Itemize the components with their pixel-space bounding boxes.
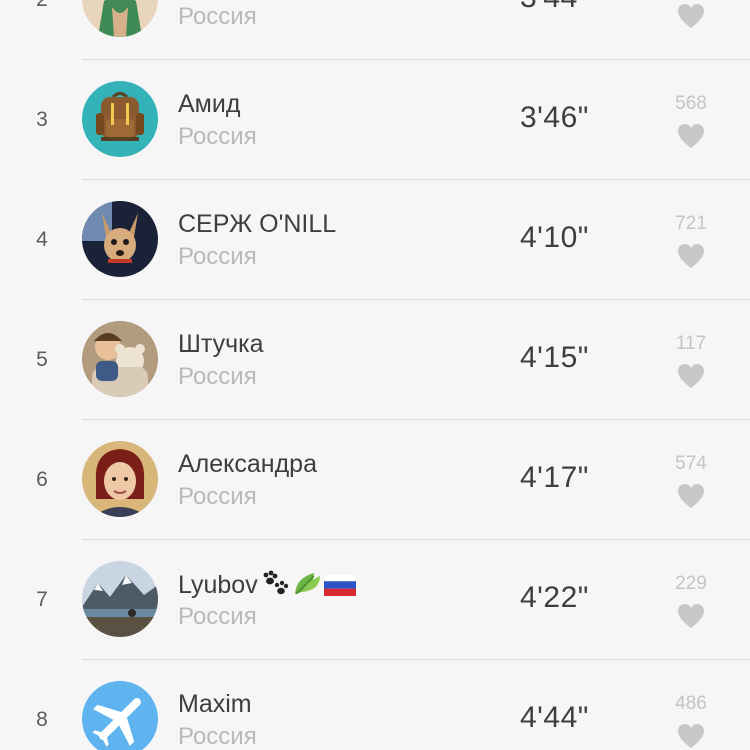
russia-flag-icon bbox=[323, 573, 356, 603]
player-country: Россия bbox=[178, 363, 257, 390]
airplane-avatar[interactable] bbox=[82, 681, 158, 750]
player-country: Россия bbox=[178, 483, 257, 510]
backpack-avatar[interactable] bbox=[82, 81, 158, 157]
player-time: 4'17" bbox=[520, 461, 589, 494]
leaf-icon bbox=[292, 570, 322, 603]
heart-icon[interactable] bbox=[677, 123, 705, 149]
player-name: Maxim bbox=[178, 690, 252, 718]
likes-count: 117 bbox=[675, 333, 707, 354]
player-name: Амид bbox=[178, 90, 241, 118]
rank-number: 6 bbox=[36, 468, 48, 491]
player-time: 4'22" bbox=[520, 581, 589, 614]
heart-icon[interactable] bbox=[677, 3, 705, 29]
leaderboard-row[interactable]: 8 Maxim Россия 4'44" 486 bbox=[0, 660, 750, 750]
leaderboard-row[interactable]: 2 Россия 3'44" bbox=[0, 0, 750, 60]
leaderboard-row[interactable]: 6 Александра Россия 4'17" 574 bbox=[0, 420, 750, 540]
likes-count: 721 bbox=[675, 213, 707, 234]
rank-number: 8 bbox=[36, 708, 48, 731]
mountains-photo-avatar[interactable] bbox=[82, 561, 158, 637]
player-country: Россия bbox=[178, 603, 257, 630]
leaderboard-row[interactable]: 3 Амид Россия 3'46" 568 bbox=[0, 60, 750, 180]
heart-icon[interactable] bbox=[677, 723, 705, 749]
player-time: 4'15" bbox=[520, 341, 589, 374]
heart-icon[interactable] bbox=[677, 603, 705, 629]
rank-number: 2 bbox=[0, 0, 84, 60]
dog-photo-avatar[interactable] bbox=[82, 201, 158, 277]
player-time: 4'44" bbox=[520, 701, 589, 734]
likes-count: 229 bbox=[675, 573, 707, 594]
rank-number: 3 bbox=[36, 108, 48, 131]
leaderboard-row[interactable]: 5 Штучка Россия 4'15" 117 bbox=[0, 300, 750, 420]
player-country: Россия bbox=[178, 123, 257, 150]
player-time: 3'46" bbox=[520, 101, 589, 134]
player-country: Россия bbox=[178, 3, 257, 30]
child-with-toy-photo-avatar[interactable] bbox=[82, 321, 158, 397]
player-name-text: Lyubov bbox=[178, 571, 258, 599]
heart-icon[interactable] bbox=[677, 243, 705, 269]
heart-icon[interactable] bbox=[677, 363, 705, 389]
player-time: 3'44" bbox=[520, 0, 589, 15]
player-name: Александра bbox=[178, 450, 317, 478]
leaderboard-row[interactable]: 7 Lyubov Россия 4'22" 229 bbox=[0, 540, 750, 660]
player-country: Россия bbox=[178, 243, 257, 270]
likes-count: 486 bbox=[675, 693, 707, 714]
likes-count: 574 bbox=[675, 453, 707, 474]
heart-icon[interactable] bbox=[677, 483, 705, 509]
leaderboard-list: 2 Россия 3'44" 3 bbox=[0, 0, 750, 750]
player-country: Россия bbox=[178, 723, 257, 750]
rank-number: 5 bbox=[36, 348, 48, 371]
paw-prints-icon bbox=[260, 570, 290, 603]
player-name: Штучка bbox=[178, 330, 264, 358]
player-name: Lyubov bbox=[178, 570, 356, 603]
leaderboard-row[interactable]: 4 СЕРЖ O'NILL Россия 4'10" 721 bbox=[0, 180, 750, 300]
player-time: 4'10" bbox=[520, 221, 589, 254]
likes-count: 568 bbox=[675, 93, 707, 114]
player-name: СЕРЖ O'NILL bbox=[178, 210, 337, 238]
girl-photo-avatar[interactable] bbox=[82, 0, 158, 37]
rank-number: 4 bbox=[36, 228, 48, 251]
woman-photo-avatar[interactable] bbox=[82, 441, 158, 517]
rank-number: 7 bbox=[36, 588, 48, 611]
